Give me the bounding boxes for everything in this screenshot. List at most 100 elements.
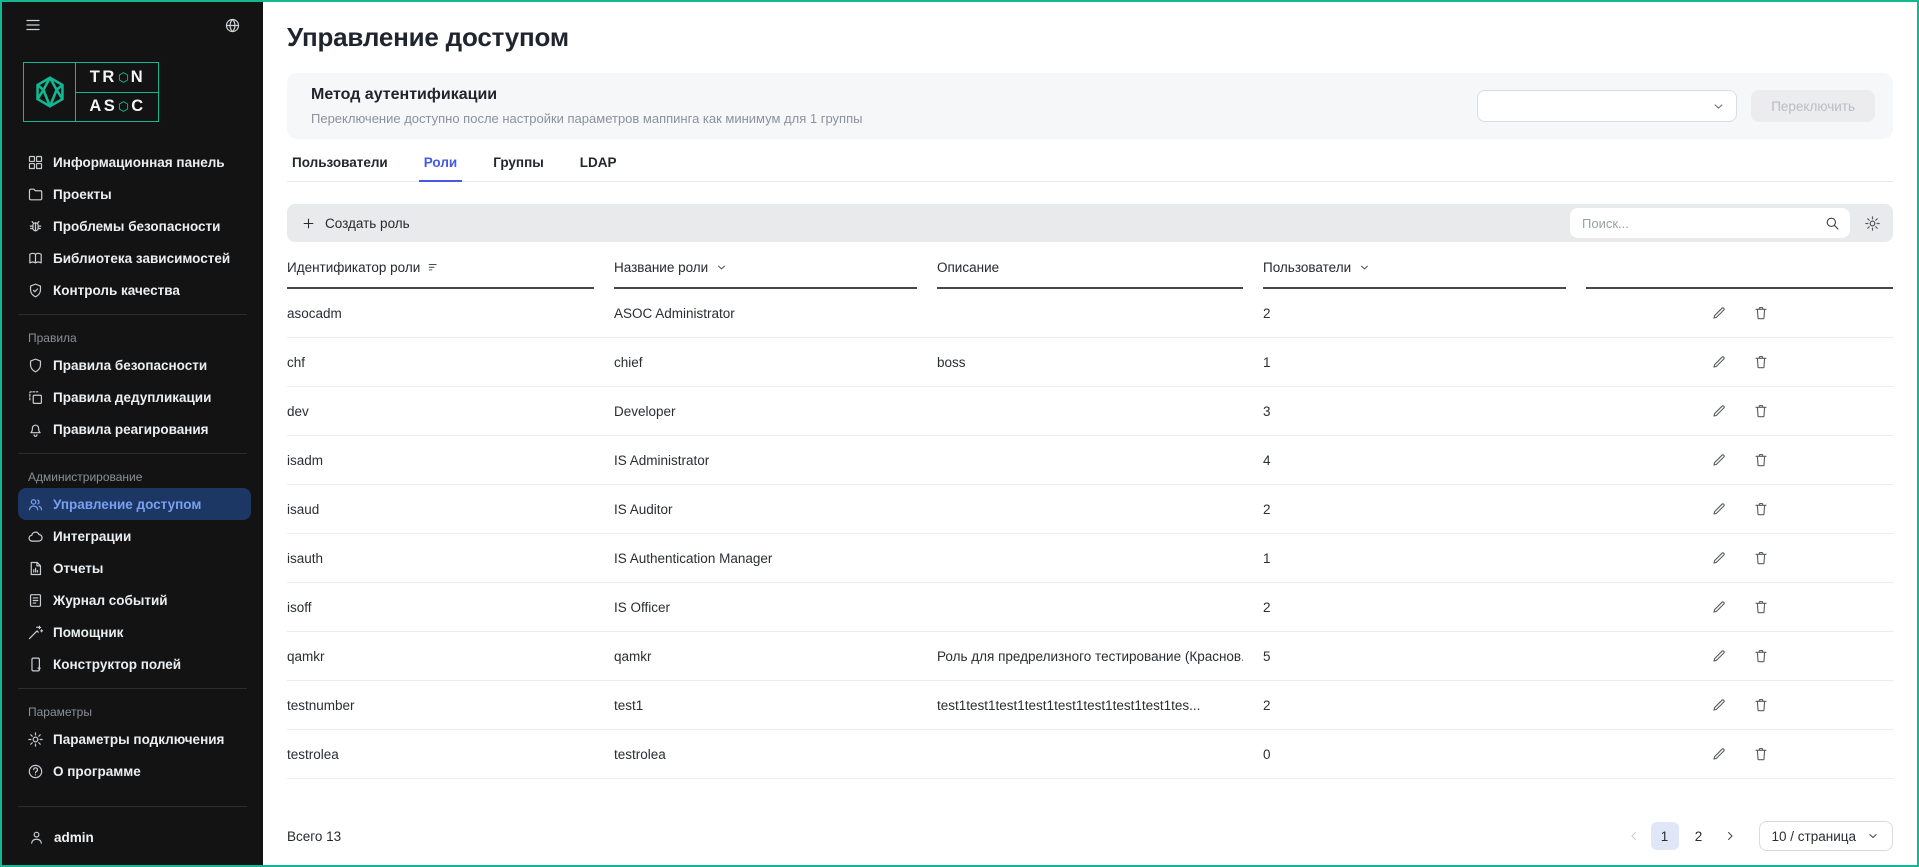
sidebar-item[interactable]: Правила реагирования <box>18 413 251 445</box>
role-users: 2 <box>1263 698 1566 713</box>
bell-icon <box>27 421 44 438</box>
globe-icon[interactable] <box>224 17 241 34</box>
delete-role-button[interactable] <box>1751 744 1771 764</box>
logo-line-2: ASC <box>76 92 158 122</box>
column-header[interactable]: Пользователи <box>1263 260 1566 289</box>
column-header <box>1586 260 1893 289</box>
chevron-left-icon <box>1627 829 1641 843</box>
role-description: Роль для предрелизного тестирование (Кра… <box>937 649 1243 664</box>
toolbar-right <box>1570 208 1881 238</box>
sidebar-item-label: Правила реагирования <box>53 422 209 437</box>
gear-icon <box>27 731 44 748</box>
copy-icon <box>27 389 44 406</box>
sidebar-item[interactable]: Проблемы безопасности <box>18 210 251 242</box>
table-footer: Всего 13 1210 / страница <box>287 807 1893 865</box>
row-actions <box>1586 548 1893 568</box>
chevron-down-icon <box>1358 261 1371 274</box>
sidebar-item[interactable]: Информационная панель <box>18 146 251 178</box>
edit-role-button[interactable] <box>1709 548 1729 568</box>
delete-role-button[interactable] <box>1751 450 1771 470</box>
column-header[interactable]: Идентификатор роли <box>287 260 594 289</box>
menu-icon[interactable] <box>24 16 42 34</box>
role-id: qamkr <box>287 649 594 664</box>
column-header[interactable]: Название роли <box>614 260 917 289</box>
create-role-label: Создать роль <box>325 216 410 231</box>
row-actions <box>1586 401 1893 421</box>
sidebar-item[interactable]: Правила безопасности <box>18 349 251 381</box>
column-header[interactable]: Описание <box>937 260 1243 289</box>
edit-role-button[interactable] <box>1709 450 1729 470</box>
sidebar-divider <box>18 806 247 807</box>
sidebar-user-admin[interactable]: admin <box>2 815 263 859</box>
delete-role-button[interactable] <box>1751 303 1771 323</box>
delete-role-button[interactable] <box>1751 548 1771 568</box>
edit-role-button[interactable] <box>1709 695 1729 715</box>
role-name: IS Authentication Manager <box>614 551 917 566</box>
sidebar-item[interactable]: Управление доступом <box>18 488 251 520</box>
sidebar-item[interactable]: Журнал событий <box>18 584 251 616</box>
pencil-icon <box>1711 354 1727 370</box>
delete-role-button[interactable] <box>1751 401 1771 421</box>
create-role-button[interactable]: Создать роль <box>301 216 410 231</box>
delete-role-button[interactable] <box>1751 597 1771 617</box>
role-id: isadm <box>287 453 594 468</box>
delete-role-button[interactable] <box>1751 499 1771 519</box>
edit-role-button[interactable] <box>1709 597 1729 617</box>
edit-role-button[interactable] <box>1709 303 1729 323</box>
table-row: testroleatestrolea0 <box>287 730 1893 779</box>
sidebar-item[interactable]: О программе <box>18 755 251 787</box>
trash-icon <box>1753 452 1769 468</box>
delete-role-button[interactable] <box>1751 695 1771 715</box>
column-header-label: Идентификатор роли <box>287 260 420 275</box>
sidebar-item[interactable]: Интеграции <box>18 520 251 552</box>
edit-role-button[interactable] <box>1709 401 1729 421</box>
sidebar-item[interactable]: Отчеты <box>18 552 251 584</box>
edit-role-button[interactable] <box>1709 646 1729 666</box>
edit-role-button[interactable] <box>1709 352 1729 372</box>
page-size-value: 10 / страница <box>1772 829 1856 844</box>
delete-role-button[interactable] <box>1751 646 1771 666</box>
sidebar-item-label: Библиотека зависимостей <box>53 251 230 266</box>
sidebar-item[interactable]: Правила дедупликации <box>18 381 251 413</box>
table-row: qamkrqamkrРоль для предрелизного тестиро… <box>287 632 1893 681</box>
sidebar-item-label: Правила безопасности <box>53 358 207 373</box>
role-users: 2 <box>1263 502 1566 517</box>
page-title: Управление доступом <box>287 22 1893 53</box>
table-row: isoffIS Officer2 <box>287 583 1893 632</box>
sidebar-item[interactable]: Конструктор полей <box>18 648 251 680</box>
column-header-label: Описание <box>937 260 999 275</box>
edit-role-button[interactable] <box>1709 744 1729 764</box>
auth-method-select[interactable] <box>1477 90 1737 122</box>
tab-группы[interactable]: Группы <box>488 155 549 181</box>
delete-role-button[interactable] <box>1751 352 1771 372</box>
page-button-1[interactable]: 1 <box>1651 822 1679 850</box>
next-page-button[interactable] <box>1719 825 1741 847</box>
sidebar-item[interactable]: Помощник <box>18 616 251 648</box>
edit-role-button[interactable] <box>1709 499 1729 519</box>
sidebar-item[interactable]: Проекты <box>18 178 251 210</box>
search-icon[interactable] <box>1824 215 1840 231</box>
chevron-right-icon <box>1723 829 1737 843</box>
gear-icon[interactable] <box>1864 215 1881 232</box>
sidebar-item-label: Помощник <box>53 625 123 640</box>
tabs-bar: Пользователи Роли Группы LDAP <box>287 155 1893 182</box>
tab-ldap[interactable]: LDAP <box>575 155 622 181</box>
sidebar-section-label: Параметры <box>2 697 263 723</box>
sidebar-top-bar <box>2 2 263 48</box>
tab-роли[interactable]: Роли <box>419 155 462 181</box>
switch-button[interactable]: Переключить <box>1751 90 1875 122</box>
previous-page-button[interactable] <box>1623 825 1645 847</box>
search-input[interactable] <box>1582 216 1824 231</box>
page-button-2[interactable]: 2 <box>1685 822 1713 850</box>
sidebar-item[interactable]: Библиотека зависимостей <box>18 242 251 274</box>
tab-пользователи[interactable]: Пользователи <box>287 155 393 181</box>
chevron-down-icon <box>1866 829 1880 843</box>
sidebar-item[interactable]: Контроль качества <box>18 274 251 306</box>
row-actions <box>1586 695 1893 715</box>
table-body: asocadmASOC Administrator2chfchiefboss1d… <box>287 289 1893 779</box>
sidebar-item[interactable]: Параметры подключения <box>18 723 251 755</box>
page-size-select[interactable]: 10 / страница <box>1759 821 1893 851</box>
row-actions <box>1586 499 1893 519</box>
chevron-down-icon <box>715 261 728 274</box>
auth-method-text: Метод аутентификации Переключение доступ… <box>311 86 862 126</box>
